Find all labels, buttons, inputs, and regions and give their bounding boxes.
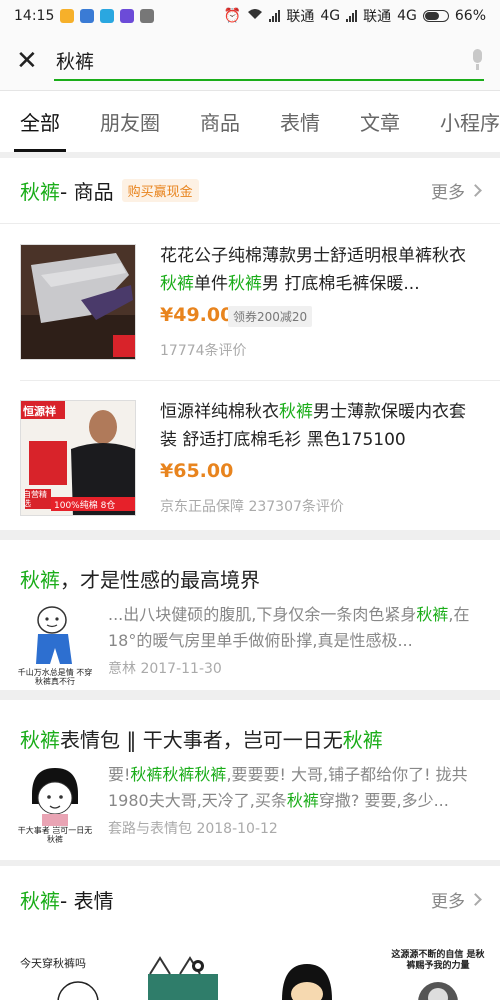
sticker-row: 今天穿秋裤吗 这源源不断的自信 是秋裤赐予我的力量 bbox=[0, 932, 500, 1000]
article-result[interactable]: 秋裤表情包 ‖ 干大事者，岂可一日无秋裤 干大事者 岂可一日无秋裤 要!秋裤秋裤… bbox=[0, 700, 500, 860]
products-section: 秋裤 - 商品 购买赢现金 更多 花花公子纯棉薄款男士舒适明根单裤秋衣秋裤单件秋… bbox=[0, 158, 500, 530]
tab-articles[interactable]: 文章 bbox=[340, 91, 420, 152]
products-section-header[interactable]: 秋裤 - 商品 购买赢现金 更多 bbox=[0, 158, 500, 224]
tab-label: 表情 bbox=[280, 111, 320, 135]
close-icon[interactable]: ✕ bbox=[16, 48, 38, 74]
product-item[interactable]: 恒源祥 自营精选 100%纯棉 8仓 恒源祥纯棉秋衣秋裤男士薄款保暖内衣套装 舒… bbox=[0, 380, 500, 530]
network-1: 4G bbox=[320, 8, 341, 24]
wifi-icon bbox=[247, 8, 263, 24]
image-tag-selfrun: 自营精选 bbox=[23, 490, 47, 508]
stickers-section: 秋裤 - 表情 更多 今天穿秋裤吗 这源源不断的自信 是秋裤赐予我的力量 bbox=[0, 866, 500, 1000]
category-tabs: 全部 朋友圈 商品 表情 文章 小程序 bbox=[0, 90, 500, 152]
tab-all[interactable]: 全部 bbox=[0, 91, 80, 152]
notification-icon-gallery bbox=[140, 9, 155, 23]
article-title: 秋裤，才是性感的最高境界 bbox=[20, 568, 260, 592]
sticker-text: 今天穿秋裤吗 bbox=[20, 957, 86, 970]
notification-icon-mail bbox=[60, 9, 75, 23]
coupon-badge: 领券200减20 bbox=[228, 306, 313, 327]
search-query: 秋裤 bbox=[56, 50, 95, 73]
product-image: 恒源祥 自营精选 100%纯棉 8仓 bbox=[20, 400, 136, 516]
product-price: ¥49.00 bbox=[160, 304, 234, 326]
image-tag-cotton: 100%纯棉 8仓 bbox=[54, 501, 116, 511]
article-title: 秋裤表情包 ‖ 干大事者，岂可一日无秋裤 bbox=[20, 728, 383, 752]
chevron-right-icon bbox=[469, 184, 482, 197]
alarm-icon: ⏰ bbox=[223, 8, 242, 24]
more-label: 更多 bbox=[431, 183, 465, 203]
status-time: 14:15 bbox=[14, 8, 55, 24]
signal-icon-1 bbox=[269, 10, 281, 22]
product-reviews: 17774条评价 bbox=[160, 343, 247, 359]
sticker-item[interactable]: 今天穿秋裤吗 bbox=[20, 952, 120, 1000]
more-stickers-link[interactable]: 更多 bbox=[431, 887, 482, 912]
sticker-item[interactable]: 这源源不断的自信 是秋裤赐予我的力量 bbox=[388, 950, 488, 1000]
stickers-section-header[interactable]: 秋裤 - 表情 更多 bbox=[0, 866, 500, 932]
image-brand-text: 恒源祥 bbox=[23, 405, 56, 418]
battery-icon bbox=[422, 10, 449, 22]
section-suffix: - 商品 bbox=[60, 180, 114, 204]
thumbnail-caption: 干大事者 岂可一日无秋裤 bbox=[17, 826, 93, 844]
article-source-date: 意林 2017-11-30 bbox=[108, 661, 222, 677]
section-keyword: 秋裤 bbox=[20, 888, 60, 913]
promo-badge: 购买赢现金 bbox=[121, 179, 199, 202]
more-label: 更多 bbox=[431, 891, 465, 912]
section-keyword: 秋裤 bbox=[20, 180, 60, 204]
product-title: 恒源祥纯棉秋衣秋裤男士薄款保暖内衣套装 舒适打底棉毛衫 黑色175100 bbox=[160, 402, 466, 450]
carrier-2: 联通 bbox=[363, 9, 392, 25]
tab-stickers[interactable]: 表情 bbox=[260, 91, 340, 152]
network-2: 4G bbox=[397, 8, 417, 24]
chevron-right-icon bbox=[469, 892, 482, 906]
sticker-item[interactable] bbox=[272, 960, 342, 1000]
signal-icon-2 bbox=[346, 10, 358, 22]
sticker-item[interactable] bbox=[140, 954, 230, 1000]
notification-icon-browser bbox=[100, 9, 115, 23]
article-thumbnail: 干大事者 岂可一日无秋裤 bbox=[18, 764, 92, 844]
thumbnail-caption: 千山万水总是情 不穿秋裤真不行 bbox=[17, 668, 93, 686]
search-input[interactable]: 秋裤 bbox=[54, 41, 484, 81]
sticker-text: 这源源不断的自信 是秋裤赐予我的力量 bbox=[391, 950, 485, 971]
product-title: 花花公子纯棉薄款男士舒适明根单裤秋衣秋裤单件秋裤男 打底棉毛裤保暖... bbox=[160, 246, 466, 294]
article-result[interactable]: 秋裤，才是性感的最高境界 千山万水总是情 不穿秋裤真不行 ...出八块健硕的腹肌… bbox=[0, 540, 500, 690]
tab-label: 商品 bbox=[200, 111, 240, 135]
tab-label: 全部 bbox=[20, 111, 60, 135]
tab-label: 朋友圈 bbox=[100, 111, 160, 135]
section-suffix: - 表情 bbox=[60, 888, 114, 913]
search-header: ✕ 秋裤 bbox=[0, 32, 500, 90]
tab-mini-programs[interactable]: 小程序 bbox=[420, 91, 500, 152]
more-products-link[interactable]: 更多 bbox=[431, 178, 482, 203]
battery-level: 66% bbox=[454, 8, 486, 24]
tab-products[interactable]: 商品 bbox=[180, 91, 260, 152]
status-bar: 14:15 ⏰ 联通 4G 联通 4G 66% bbox=[0, 0, 500, 32]
product-price: ¥65.00 bbox=[160, 460, 234, 482]
carrier-1: 联通 bbox=[286, 9, 315, 25]
article-source-date: 套路与表情包 2018-10-12 bbox=[108, 821, 278, 837]
product-item[interactable]: 花花公子纯棉薄款男士舒适明根单裤秋衣秋裤单件秋裤男 打底棉毛裤保暖... ¥49… bbox=[0, 224, 500, 374]
product-image bbox=[20, 244, 136, 360]
article-snippet: ...出八块健硕的腹肌,下身仅余一条肉色紧身秋裤,在18°的暖气房里单手做俯卧撑… bbox=[108, 605, 470, 650]
microphone-icon[interactable] bbox=[470, 49, 484, 71]
article-thumbnail: 千山万水总是情 不穿秋裤真不行 bbox=[18, 604, 92, 686]
article-snippet: 要!秋裤秋裤秋裤,要要要! 大哥,铺子都给你了! 拢共1980夫大哥,天冷了,买… bbox=[108, 765, 468, 810]
product-reviews: 京东正品保障 237307条评价 bbox=[160, 499, 344, 515]
tab-moments[interactable]: 朋友圈 bbox=[80, 91, 180, 152]
notification-icon-app bbox=[80, 9, 95, 23]
tab-label: 文章 bbox=[360, 111, 400, 135]
notification-icon-video bbox=[120, 9, 135, 23]
tab-label: 小程序 bbox=[440, 111, 500, 135]
